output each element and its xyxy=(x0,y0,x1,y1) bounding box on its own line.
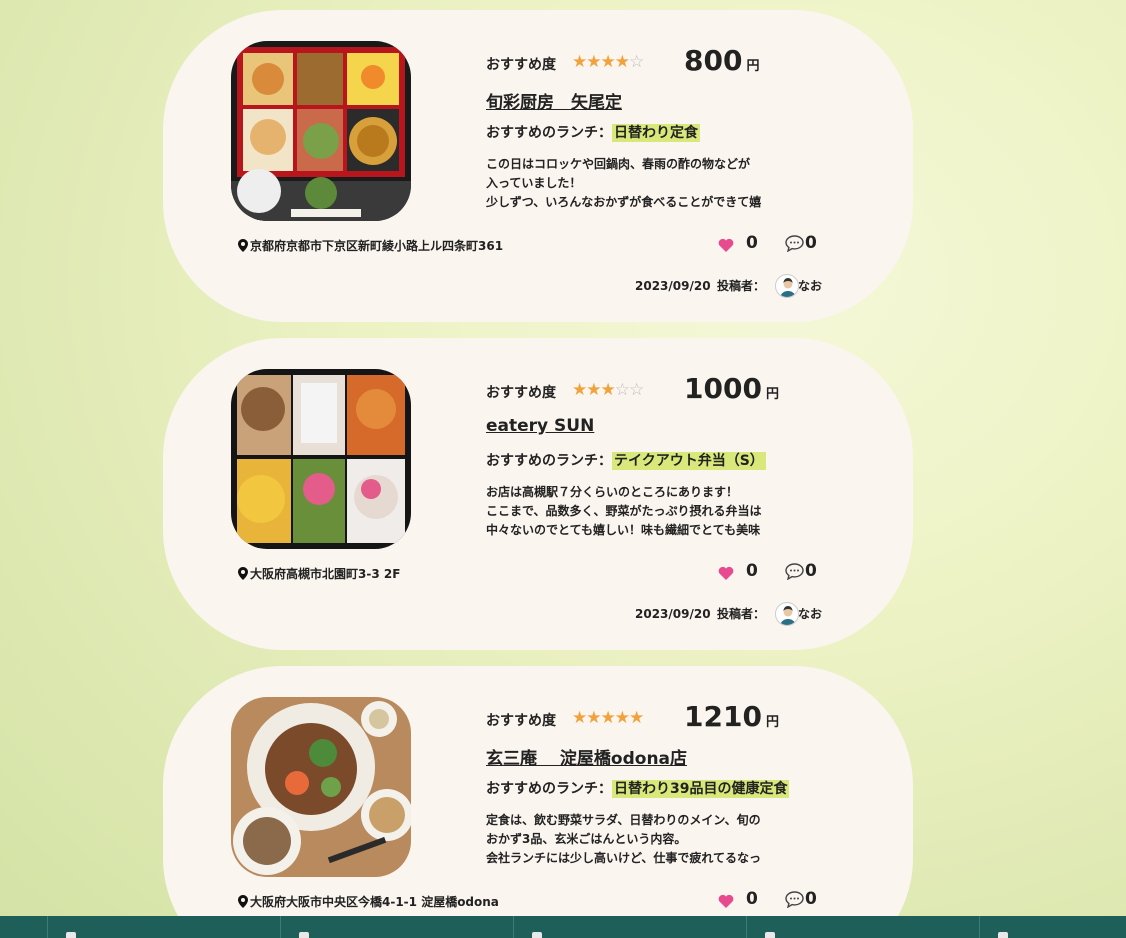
heart-icon[interactable] xyxy=(718,566,734,580)
rating-row: おすすめ度 ★★★★☆ 800 円 xyxy=(486,44,826,80)
avatar[interactable] xyxy=(775,602,799,626)
post-description: お店は高槻駅７分くらいのところにあります！ ここまで、品数多く、野菜がたっぷり摂… xyxy=(486,483,786,541)
desc-line: この日はコロッケや回鍋肉、春雨の酢の物などが xyxy=(486,157,751,171)
address: 大阪府大阪市中央区今橋4-1-1 淀屋橋odona xyxy=(238,893,499,910)
post-card[interactable]: おすすめ度 ★★★★☆ 800 円 旬彩厨房 矢尾定 おすすめのランチ： 日替わり定… xyxy=(163,10,913,322)
desc-line: 中々ないのでとても嬉しい！味も繊細でとても美味 xyxy=(486,523,761,537)
healthy-teishoku-photo[interactable] xyxy=(231,697,411,877)
location-pin-icon xyxy=(238,239,248,252)
price-value: 1000 xyxy=(684,372,762,405)
location-pin-icon xyxy=(238,567,248,580)
price-value: 1210 xyxy=(684,700,762,733)
takeout-bento-photo[interactable] xyxy=(231,369,411,549)
comment-count: 0 xyxy=(805,561,817,581)
reaction-bar: 0 0 xyxy=(718,561,838,587)
lunch-name: 日替わり39品目の健康定食 xyxy=(612,780,790,798)
address-text: 京都府京都市下京区新町綾小路上ル四条町361 xyxy=(250,239,504,253)
shop-name-link[interactable]: 旬彩厨房 矢尾定 xyxy=(486,88,622,113)
rating-label: おすすめ度 xyxy=(486,713,556,729)
recommended-lunch: おすすめのランチ： 日替わり定食 xyxy=(486,122,700,142)
search-icon xyxy=(299,932,309,938)
star-rating: ★★★☆☆ xyxy=(572,380,644,400)
post-date: 2023/09/20 xyxy=(635,607,711,621)
poster-label: 投稿者： xyxy=(717,607,766,621)
rating-label: おすすめ度 xyxy=(486,385,556,401)
like-count: 0 xyxy=(746,561,758,581)
lunch-prefix: おすすめのランチ： xyxy=(486,125,612,141)
mypage-nav[interactable] xyxy=(979,916,1126,938)
yen-label: 円 xyxy=(746,59,760,74)
post-meta: 2023/09/20 投稿者： なお xyxy=(635,602,875,628)
comment-count: 0 xyxy=(805,233,817,253)
address: 大阪府高槻市北園町3-3 2F xyxy=(238,565,400,582)
post-description: 定食は、飲む野菜サラダ、日替わりのメイン、旬の おかず3品、玄米ごはんという内容… xyxy=(486,811,786,869)
post-meta: 2023/09/20 投稿者： なお xyxy=(635,274,875,300)
shop-name-link[interactable]: 玄三庵 淀屋橋odona店 xyxy=(486,744,687,769)
lunch-prefix: おすすめのランチ： xyxy=(486,453,612,469)
desc-line: 入っていました！ xyxy=(486,176,582,190)
desc-line: 会社ランチには少し高いけど、仕事で疲れてるなっ xyxy=(486,851,762,865)
yen-label: 円 xyxy=(765,387,779,402)
price: 800 円 xyxy=(684,44,759,77)
post-nav[interactable] xyxy=(513,916,746,938)
yen-label: 円 xyxy=(765,715,779,730)
price-value: 800 xyxy=(684,44,743,77)
poster-name-link[interactable]: なお xyxy=(798,277,822,294)
home-nav[interactable] xyxy=(47,916,280,938)
comment-bubble-icon[interactable] xyxy=(785,563,804,580)
post-date: 2023/09/20 xyxy=(635,279,711,293)
desc-line: ここまで、品数多く、野菜がたっぷり摂れる弁当は xyxy=(486,504,762,518)
address: 京都府京都市下京区新町綾小路上ル四条町361 xyxy=(238,237,503,254)
price: 1210 円 xyxy=(684,700,779,733)
comment-bubble-icon[interactable] xyxy=(785,235,804,252)
lunch-name: テイクアウト弁当（S） xyxy=(612,452,766,470)
reaction-bar: 0 0 xyxy=(718,889,838,915)
ranking-nav[interactable] xyxy=(746,916,979,938)
desc-line: 少しずつ、いろんなおかずが食べることができて嬉 xyxy=(486,195,762,209)
reaction-bar: 0 0 xyxy=(718,233,838,259)
bottom-nav-bar xyxy=(0,916,1126,938)
avatar[interactable] xyxy=(775,274,799,298)
comment-bubble-icon[interactable] xyxy=(785,891,804,908)
desc-line: おかず3品、玄米ごはんという内容。 xyxy=(486,832,687,846)
heart-icon[interactable] xyxy=(718,894,734,908)
rating-row: おすすめ度 ★★★☆☆ 1000 円 xyxy=(486,372,826,408)
post-icon xyxy=(532,932,542,938)
lunch-prefix: おすすめのランチ： xyxy=(486,781,612,797)
bento-box-photo[interactable] xyxy=(231,41,411,221)
rating-row: おすすめ度 ★★★★★ 1210 円 xyxy=(486,700,826,736)
like-count: 0 xyxy=(746,233,758,253)
desc-line: お店は高槻駅７分くらいのところにあります！ xyxy=(486,485,739,499)
poster-label: 投稿者： xyxy=(717,279,766,293)
comment-count: 0 xyxy=(805,889,817,909)
address-text: 大阪府高槻市北園町3-3 2F xyxy=(250,567,401,581)
lunch-name: 日替わり定食 xyxy=(612,124,700,142)
like-count: 0 xyxy=(746,889,758,909)
ranking-icon xyxy=(765,932,775,938)
star-rating: ★★★★★ xyxy=(572,708,644,728)
post-card[interactable]: おすすめ度 ★★★★★ 1210 円 玄三庵 淀屋橋odona店 おすすめのランチ… xyxy=(163,666,913,938)
recommended-lunch: おすすめのランチ： テイクアウト弁当（S） xyxy=(486,450,766,470)
post-card[interactable]: おすすめ度 ★★★☆☆ 1000 円 eatery SUN おすすめのランチ： テイ… xyxy=(163,338,913,650)
mypage-icon xyxy=(998,932,1008,938)
location-pin-icon xyxy=(238,895,248,908)
home-icon xyxy=(66,932,76,938)
shop-name-link[interactable]: eatery SUN xyxy=(486,416,594,436)
recommended-lunch: おすすめのランチ： 日替わり39品目の健康定食 xyxy=(486,778,790,798)
post-description: この日はコロッケや回鍋肉、春雨の酢の物などが 入っていました！ 少しずつ、いろん… xyxy=(486,155,786,213)
rating-label: おすすめ度 xyxy=(486,57,556,73)
address-text: 大阪府大阪市中央区今橋4-1-1 淀屋橋odona xyxy=(250,895,499,909)
poster-name-link[interactable]: なお xyxy=(798,605,822,622)
desc-line: 定食は、飲む野菜サラダ、日替わりのメイン、旬の xyxy=(486,813,761,827)
star-rating: ★★★★☆ xyxy=(572,52,644,72)
heart-icon[interactable] xyxy=(718,238,734,252)
price: 1000 円 xyxy=(684,372,779,405)
search-nav[interactable] xyxy=(280,916,513,938)
